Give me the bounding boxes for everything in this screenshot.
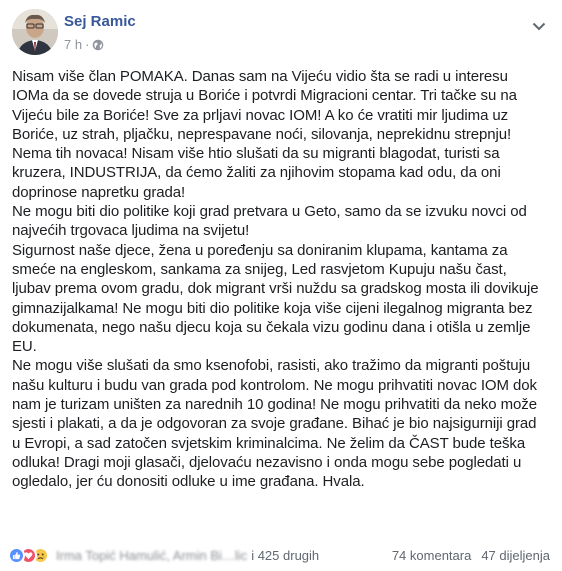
- like-icon: [8, 546, 25, 564]
- post-meta: 7 h ·: [64, 37, 104, 52]
- chevron-down-icon[interactable]: [528, 17, 550, 35]
- reactor-names[interactable]: Irma Topić Hamulić, Armin Bi…lic: [56, 548, 247, 563]
- post-stats: 74 komentara 47 dijeljenja: [392, 548, 550, 563]
- share-count[interactable]: 47 dijeljenja: [481, 548, 550, 563]
- meta-separator: ·: [85, 37, 90, 52]
- avatar-photo: [12, 9, 58, 55]
- post-footer: Irma Topić Hamulić, Armin Bi…lic i 425 d…: [8, 544, 550, 566]
- comment-count[interactable]: 74 komentara: [392, 548, 472, 563]
- reactor-count[interactable]: i 425 drugih: [251, 548, 319, 563]
- author-name[interactable]: Sej Ramic: [64, 13, 136, 30]
- globe-icon: [92, 39, 104, 51]
- post-paragraph: Sigurnost naše djece, žena u poređenju s…: [12, 241, 543, 356]
- author-avatar[interactable]: [12, 9, 58, 55]
- post-body: Nisam više član POMAKA. Danas sam na Vij…: [12, 67, 547, 492]
- post-header: Sej Ramic 7 h ·: [12, 9, 550, 59]
- post-paragraph: Nisam više član POMAKA. Danas sam na Vij…: [12, 68, 521, 201]
- post-paragraph: Ne mogu biti dio politike koji grad pret…: [12, 203, 531, 240]
- post-paragraph: Ne mogu više slušati da smo ksenofobi, r…: [12, 357, 542, 491]
- post-time[interactable]: 7 h: [64, 37, 82, 52]
- reaction-icons[interactable]: [8, 546, 49, 564]
